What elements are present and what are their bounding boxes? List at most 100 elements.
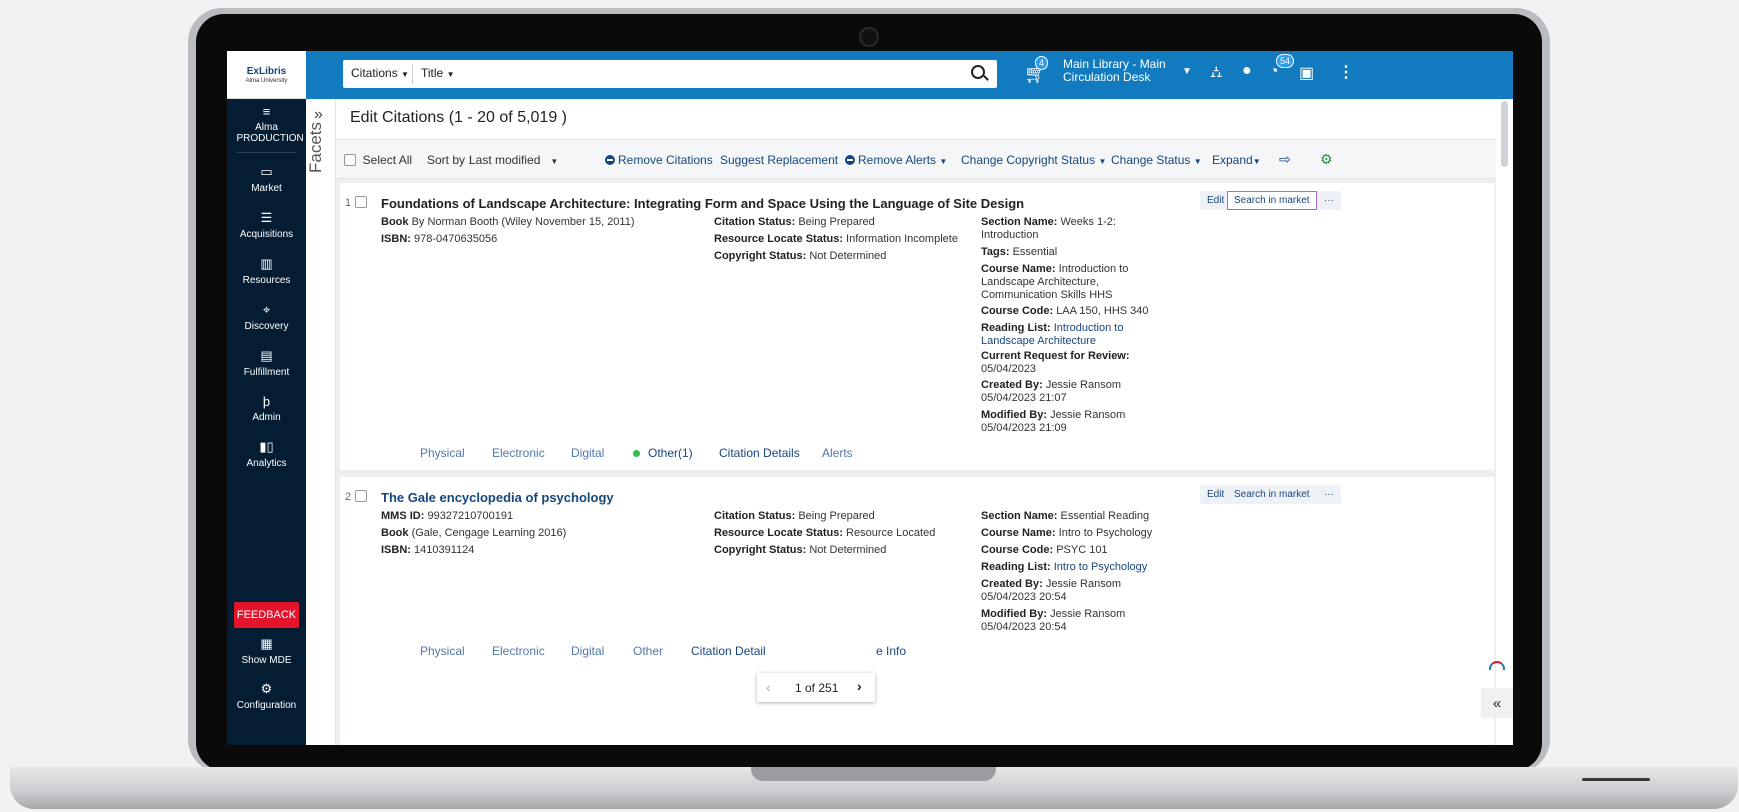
record-title[interactable]: The Gale encyclopedia of psychology — [381, 490, 614, 505]
tab-citation-details[interactable]: Citation Details — [719, 446, 800, 460]
tab-other[interactable]: Other(1) — [633, 446, 693, 460]
left-nav: ExLibris Alma University ≡ Alma PRODUCTI… — [227, 51, 306, 745]
book-field: Book (Gale, Cengage Learning 2016) — [381, 527, 567, 539]
search-bar[interactable]: Citations ▼ Title ▼ — [343, 60, 997, 88]
nav-discovery[interactable]: ⌖ Discovery — [227, 302, 306, 332]
tab-more-info[interactable]: e Info — [876, 644, 906, 658]
search-in-market-button[interactable]: Search in market — [1227, 485, 1317, 504]
select-all-checkbox[interactable]: Select All — [344, 153, 412, 167]
caret-down-icon[interactable]: ▼ — [1182, 66, 1192, 77]
action-label: Expand — [1212, 153, 1253, 167]
facets-panel[interactable]: » Facets — [306, 99, 336, 745]
book-field: Book By Norman Booth (Wiley November 15,… — [381, 216, 635, 228]
caret-down-icon: ▼ — [1098, 157, 1107, 166]
top-bar: Citations ▼ Title ▼ 🛒︎ 4 Main Library - … — [306, 51, 1513, 99]
laptop-notch — [751, 767, 996, 781]
change-status-button[interactable]: Change Status ▼ — [1111, 153, 1202, 167]
mms-id-field: MMS ID: 99327210700191 — [381, 510, 514, 522]
change-copyright-status-button[interactable]: Change Copyright Status ▼ — [961, 153, 1106, 167]
collapse-panel-button[interactable]: « — [1481, 688, 1513, 718]
record-number: 1 — [345, 197, 352, 209]
record-title[interactable]: Foundations of Landscape Architecture: I… — [381, 196, 1024, 211]
more-actions-button[interactable]: ··· — [1317, 485, 1341, 504]
nav-market[interactable]: ▭ Market — [227, 164, 306, 194]
nav-analytics[interactable]: ▮▯ Analytics — [227, 439, 306, 469]
search-field-label: Title — [421, 66, 444, 80]
nav-show-mde[interactable]: ▦ Show MDE — [227, 636, 306, 666]
action-label: Remove Citations — [618, 153, 713, 167]
caret-down-icon: ▼ — [1252, 157, 1261, 166]
user-icon[interactable]: ● — [1242, 62, 1252, 80]
nav-resources[interactable]: ▥ Resources — [227, 256, 306, 286]
nav-configuration[interactable]: ⚙ Configuration — [227, 681, 306, 711]
reading-list-link[interactable]: Intro to Psychology — [1054, 561, 1148, 573]
expand-button[interactable]: Expand▼ — [1212, 153, 1261, 167]
citation-record: 2 The Gale encyclopedia of psychology MM… — [340, 477, 1494, 745]
course-code-field: Course Code: LAA 150, HHS 340 — [981, 305, 1149, 317]
logo-subtext: Alma University — [245, 77, 288, 84]
action-bar: Select All Sort by : Last modified ▼ Rem… — [336, 139, 1496, 179]
tab-other[interactable]: Other — [633, 644, 663, 658]
circ-desk-line2: Circulation Desk — [1063, 70, 1151, 84]
nav-fulfillment[interactable]: ▤ Fulfillment — [227, 348, 306, 378]
review-request-field: Current Request for Review: 05/04/2023 — [981, 350, 1130, 375]
more-actions-button[interactable]: ··· — [1317, 191, 1341, 210]
page-indicator: 1 of 251 — [795, 681, 839, 695]
tab-electronic[interactable]: Electronic — [492, 446, 545, 460]
citation-status-field: Citation Status: Being Prepared — [714, 216, 875, 228]
resource-locate-field: Resource Locate Status: Resource Located — [714, 527, 936, 539]
telescope-icon: ⌖ — [262, 302, 271, 317]
loading-indicator-icon — [1489, 661, 1505, 670]
logo[interactable]: ExLibris Alma University — [227, 51, 306, 99]
next-page-icon[interactable]: › — [857, 678, 862, 694]
hierarchy-icon[interactable]: ⛼ — [1210, 63, 1223, 83]
market-icon: ▭ — [260, 164, 273, 179]
reading-list-link[interactable]: Landscape Architecture — [981, 335, 1096, 347]
export-icon[interactable]: ⇨ — [1279, 151, 1291, 168]
scrollbar-thumb[interactable] — [1501, 101, 1508, 167]
tab-alerts[interactable]: Alerts — [822, 446, 853, 460]
screen: ExLibris Alma University ≡ Alma PRODUCTI… — [227, 51, 1513, 745]
nav-label: Admin — [252, 412, 281, 423]
pagination: ‹ 1 of 251 › — [757, 673, 875, 702]
action-label: Change Copyright Status — [961, 153, 1096, 167]
settings-icon[interactable]: ⚙ — [1320, 151, 1333, 168]
search-scope-label: Citations — [351, 66, 398, 80]
checkbox[interactable] — [344, 154, 356, 166]
search-in-market-button[interactable]: Search in market — [1227, 191, 1317, 210]
tab-digital[interactable]: Digital — [571, 446, 604, 460]
previous-page-icon[interactable]: ‹ — [766, 679, 771, 695]
tab-citation-details[interactable]: Citation Detail — [691, 644, 766, 658]
nav-admin[interactable]: ϸ Admin — [227, 393, 306, 424]
remove-citations-button[interactable]: Remove Citations — [605, 153, 713, 167]
tab-physical[interactable]: Physical — [420, 644, 465, 658]
tab-digital[interactable]: Digital — [571, 644, 604, 658]
search-icon[interactable] — [971, 65, 985, 79]
feedback-button[interactable]: FEEDBACK — [234, 602, 299, 628]
nav-label: Resources — [242, 275, 291, 286]
course-code-field: Course Code: PSYC 101 — [981, 544, 1108, 556]
circulation-desk-selector[interactable]: Main Library - Main Circulation Desk — [1063, 58, 1166, 84]
tags-field: Tags: Essential — [981, 246, 1058, 258]
tab-electronic[interactable]: Electronic — [492, 644, 545, 658]
record-checkbox[interactable] — [355, 490, 367, 502]
remove-alerts-button[interactable]: Remove Alerts ▼ — [845, 153, 947, 167]
reading-list-link[interactable]: Introduction to — [1054, 322, 1124, 334]
vertical-scrollbar[interactable] — [1496, 99, 1513, 745]
nav-alma-production[interactable]: ≡ Alma PRODUCTION — [227, 103, 306, 145]
page-title: Edit Citations (1 - 20 of 5,019 ) — [350, 109, 567, 126]
tab-physical[interactable]: Physical — [420, 446, 465, 460]
gear-icon: ⚙ — [260, 681, 273, 696]
reading-list-field: Reading List: Intro to Psychology — [981, 561, 1148, 573]
record-checkbox[interactable] — [355, 196, 367, 208]
nav-acquisitions[interactable]: ☰ Acquisitions — [227, 210, 306, 240]
chart-icon: ▮▯ — [259, 439, 274, 454]
suggest-replacement-button[interactable]: Suggest Replacement — [720, 153, 838, 167]
search-scope-dropdown[interactable]: Citations ▼ — [351, 66, 409, 80]
more-vertical-icon[interactable]: ⋮ — [1338, 62, 1354, 82]
clipboard-icon[interactable]: ▣ — [1299, 63, 1314, 83]
action-label: Change Status — [1111, 153, 1191, 167]
section-name-field: Section Name: Essential Reading — [981, 510, 1150, 522]
sort-by-dropdown[interactable]: Last modified ▼ — [469, 153, 558, 167]
search-field-dropdown[interactable]: Title ▼ — [421, 66, 455, 80]
